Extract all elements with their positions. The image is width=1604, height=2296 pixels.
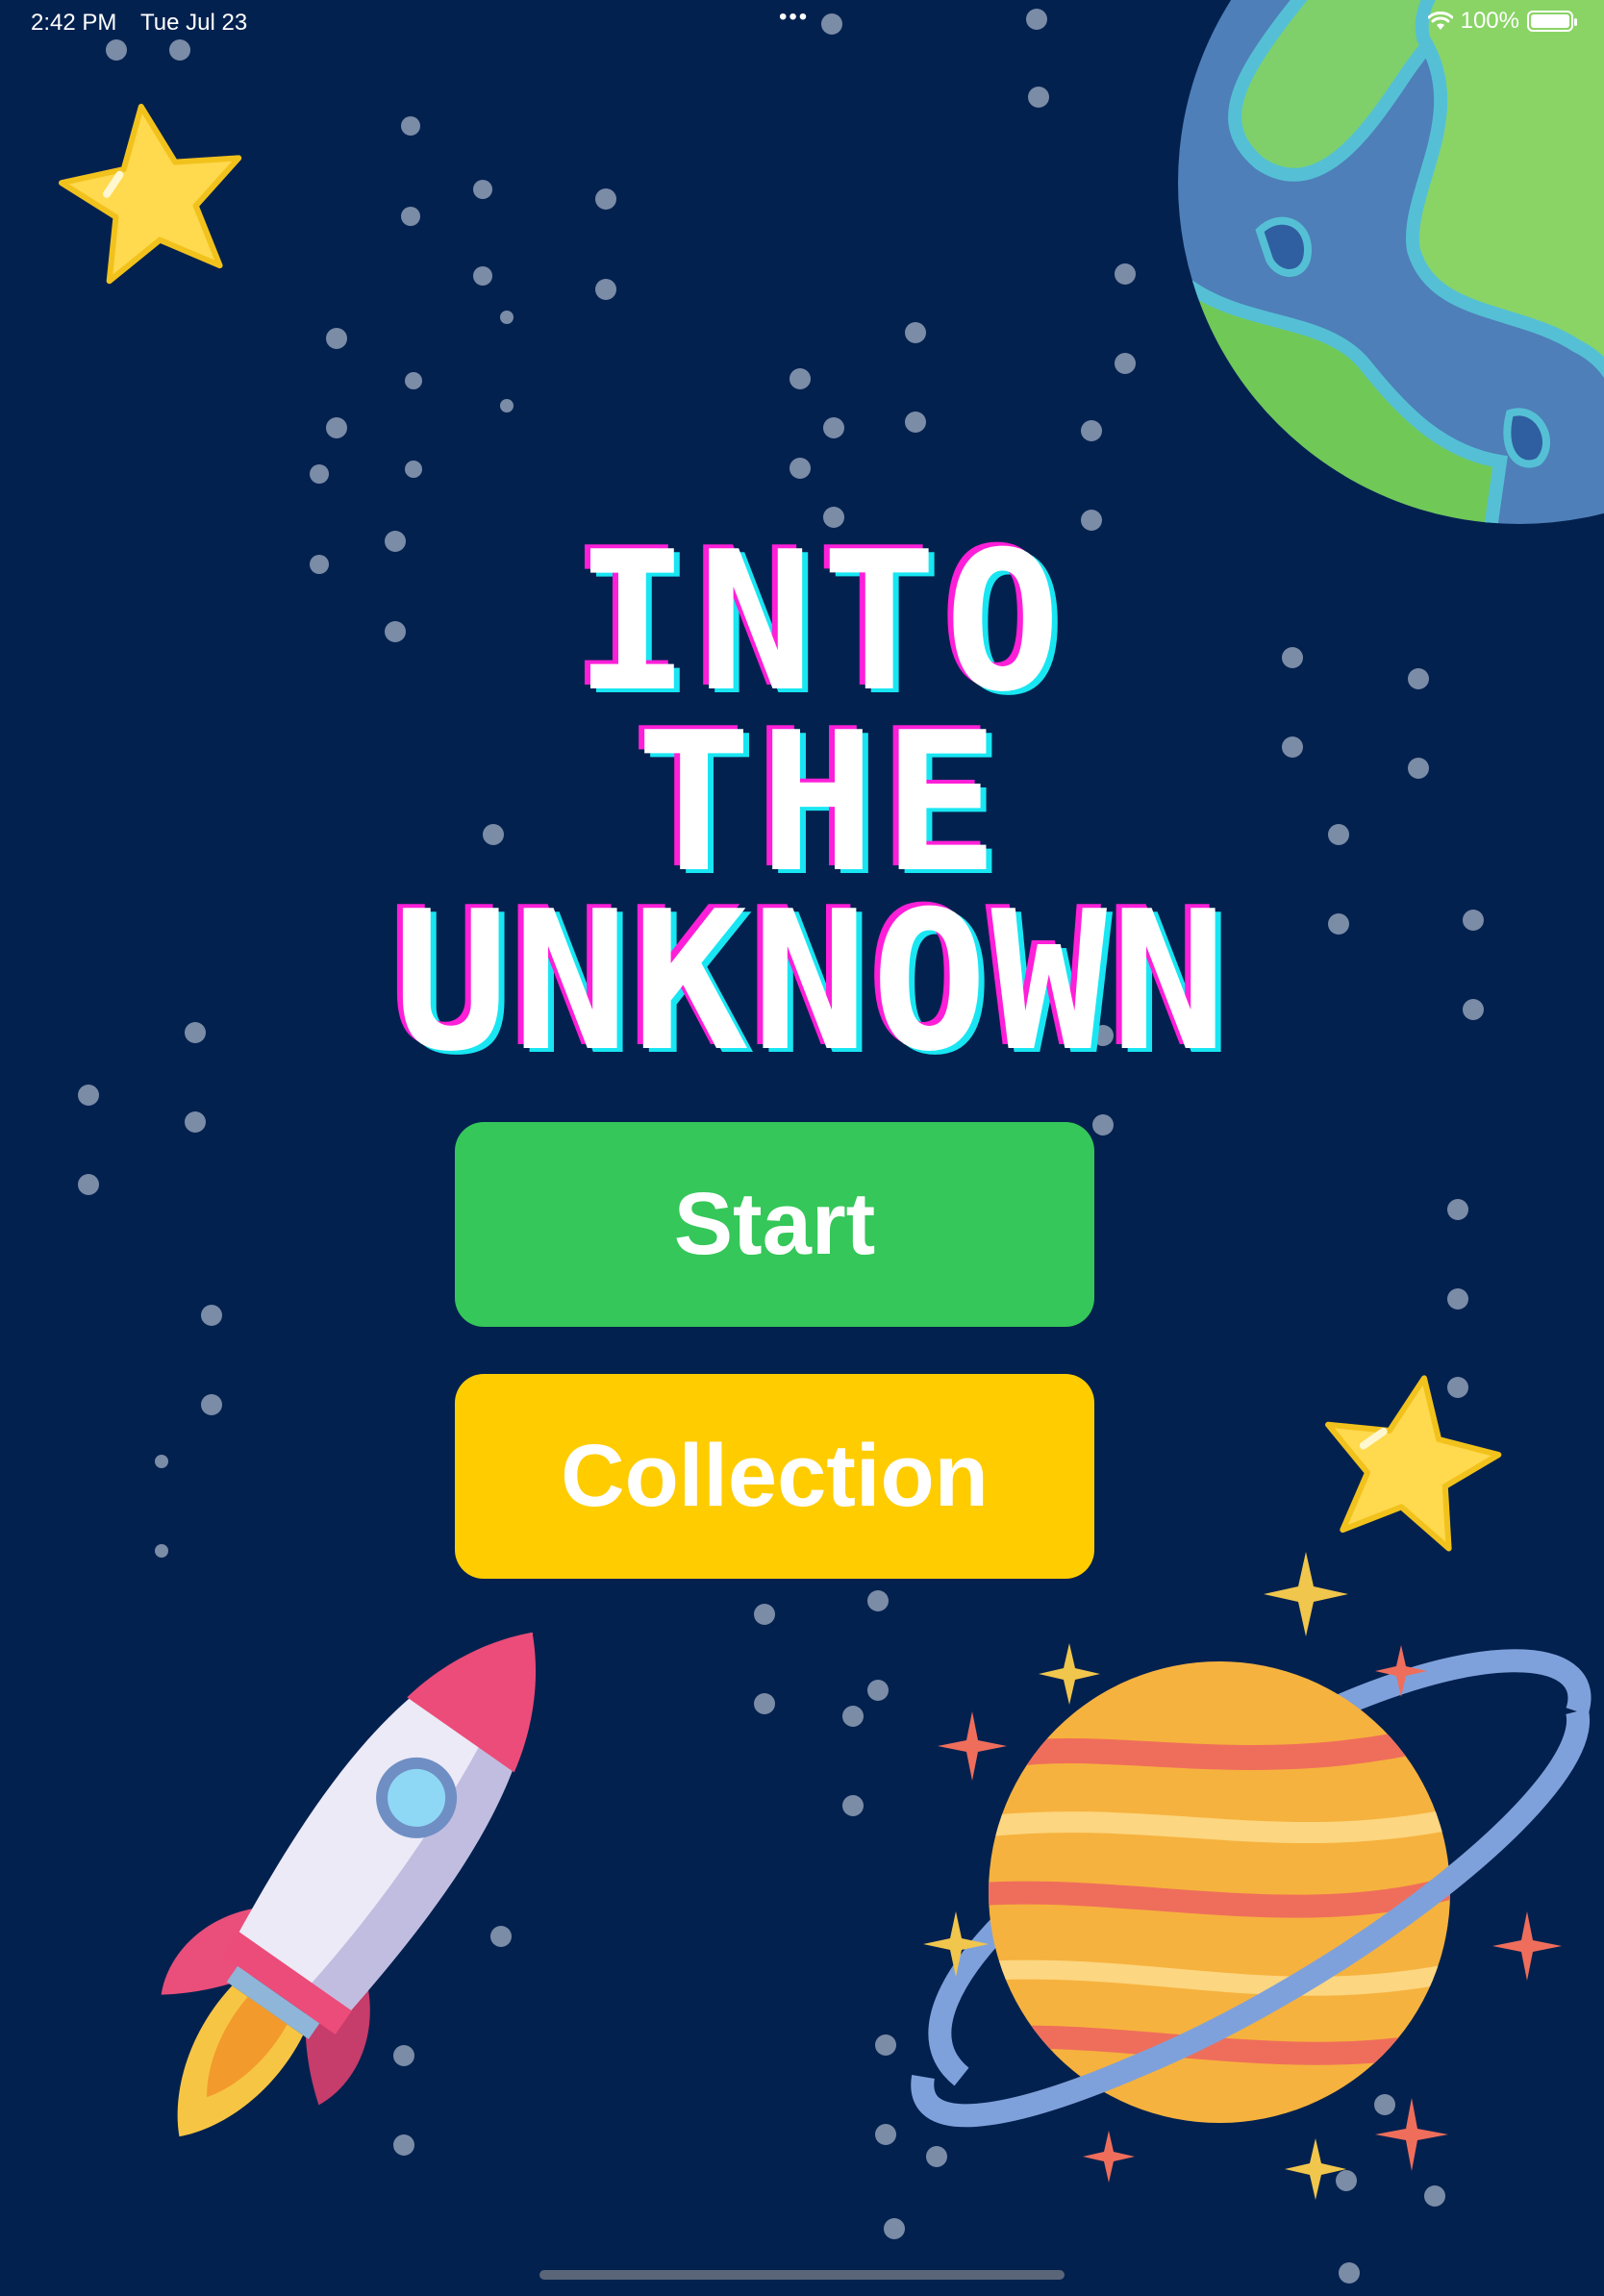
battery-percentage: 100% xyxy=(1460,8,1519,34)
home-indicator[interactable] xyxy=(539,2270,1065,2280)
collection-button[interactable]: Collection xyxy=(455,1374,1094,1579)
title-line-into: INTO xyxy=(574,511,1068,735)
start-button[interactable]: Start xyxy=(455,1122,1094,1327)
multitasking-dots[interactable]: ••• xyxy=(779,4,809,31)
wifi-icon xyxy=(1427,12,1453,30)
status-date: Tue Jul 23 xyxy=(140,10,248,36)
game-title: INTO THE UNKNOWN xyxy=(0,527,1604,1079)
status-bar: 2:42 PM Tue Jul 23 ••• 100% xyxy=(0,0,1604,48)
status-time: 2:42 PM xyxy=(31,10,117,36)
status-indicators: 100% xyxy=(1427,8,1577,35)
title-line-unknown: UNKNOWN xyxy=(392,870,1231,1094)
battery-icon xyxy=(1527,11,1577,32)
